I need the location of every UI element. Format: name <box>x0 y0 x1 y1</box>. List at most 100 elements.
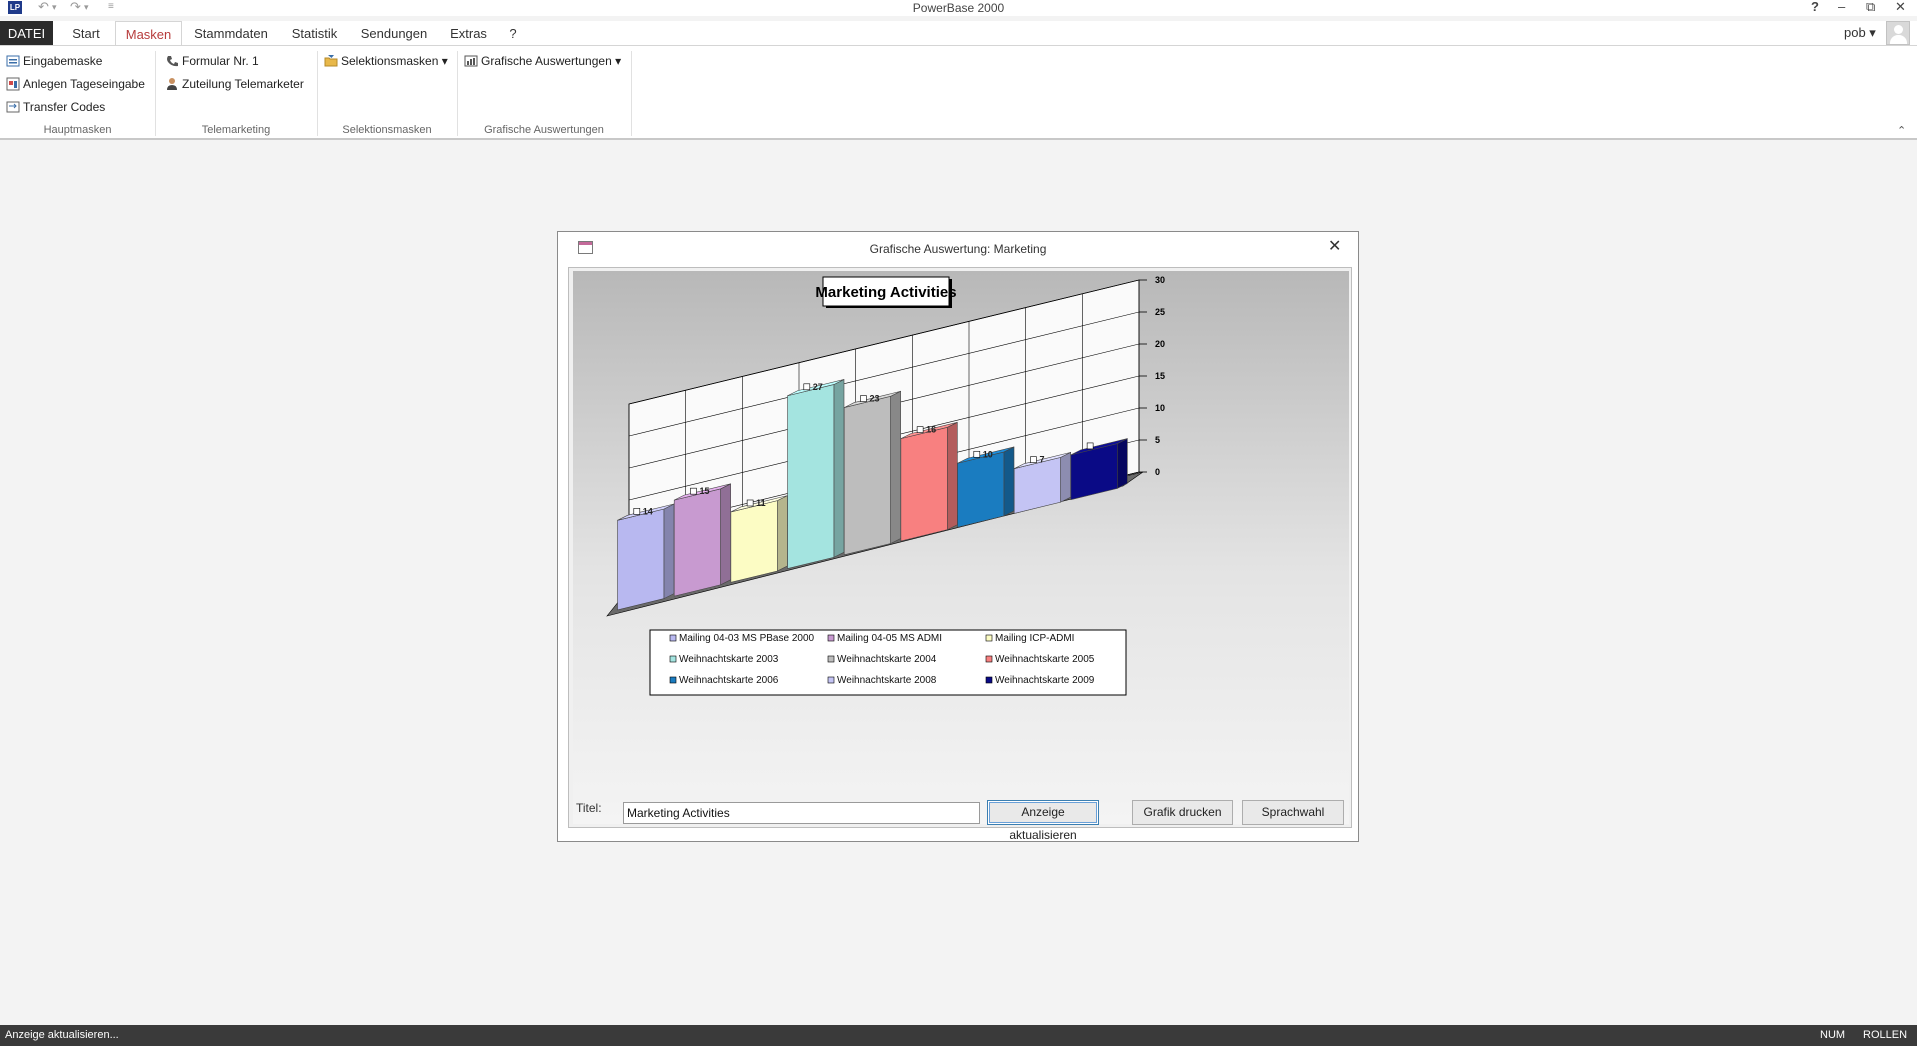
y-tick-label: 5 <box>1155 435 1160 445</box>
collapse-ribbon-icon[interactable]: ⌃ <box>1897 124 1906 137</box>
y-tick-label: 30 <box>1155 275 1165 285</box>
legend-swatch <box>827 655 835 663</box>
legend-swatch <box>827 676 835 684</box>
folder-filter-icon <box>324 54 338 68</box>
anlegen-tageseingabe-button[interactable]: Anlegen Tageseingabe <box>6 75 145 93</box>
bar-front <box>957 451 1005 528</box>
group-label-selektionsmasken: Selektionsmasken <box>342 124 432 136</box>
formular-nr1-label: Formular Nr. 1 <box>182 54 259 68</box>
data-label: 11 <box>756 498 766 508</box>
anzeige-aktualisieren-button[interactable]: Anzeige aktualisieren <box>987 800 1099 842</box>
legend-label: Mailing ICP-ADMI <box>995 633 1074 644</box>
tab-extras[interactable]: Extras <box>446 21 491 46</box>
bar-side <box>890 390 901 544</box>
group-label-hauptmasken: Hauptmasken <box>43 124 112 136</box>
legend-label: Weihnachtskarte 2009 <box>995 675 1095 686</box>
person-icon <box>165 77 179 91</box>
transfer-codes-button[interactable]: Transfer Codes <box>6 98 105 116</box>
y-tick-label: 10 <box>1155 403 1165 413</box>
window-title: PowerBase 2000 <box>912 1 1005 15</box>
legend-swatch <box>985 634 993 642</box>
y-tick-label: 25 <box>1155 307 1165 317</box>
chart-dialog: Grafische Auswertung: Marketing ✕ 14 15 11… <box>557 231 1359 842</box>
bar-side <box>833 378 845 558</box>
tab-help[interactable]: ? <box>505 21 521 46</box>
tab-statistik[interactable]: Statistik <box>287 21 342 46</box>
user-menu[interactable]: pob ▾ <box>1844 25 1876 41</box>
group-separator <box>631 51 632 136</box>
tab-sendungen[interactable]: Sendungen <box>359 21 429 46</box>
selektionsmasken-dropdown[interactable]: Selektionsmasken ▾ <box>324 52 448 70</box>
data-label-marker <box>690 487 697 495</box>
legend-swatch <box>669 655 677 663</box>
grafische-auswertungen-label: Grafische Auswertungen ▾ <box>481 54 622 68</box>
y-tick-label: 20 <box>1155 339 1165 349</box>
selektionsmasken-label: Selektionsmasken ▾ <box>341 54 448 68</box>
tab-start[interactable]: Start <box>66 21 106 46</box>
zuteilung-telemarketer-button[interactable]: Zuteilung Telemarketer <box>165 75 304 93</box>
data-label-marker <box>860 395 867 402</box>
chart-area: 14 15 11 27 23 16 10 7 0 5 10 15 20 25 30 Marketing A… <box>568 267 1352 828</box>
grafische-auswertungen-dropdown[interactable]: Grafische Auswertungen ▾ <box>464 52 621 70</box>
bar-side <box>1003 446 1015 517</box>
status-message: Anzeige aktualisieren... <box>5 1029 119 1041</box>
avatar[interactable] <box>1886 21 1910 45</box>
legend-label: Weihnachtskarte 2008 <box>837 675 937 686</box>
bar-front <box>617 508 665 611</box>
tab-masken[interactable]: Masken <box>115 21 182 47</box>
status-scroll-lock: ROLLEN <box>1863 1029 1908 1041</box>
data-label: 7 <box>1039 455 1044 465</box>
tab-datei[interactable]: DATEI <box>0 21 53 46</box>
calendar-form-icon <box>6 77 20 91</box>
title-bar: LP ↶ ▾ ↷ ▾ ≡ PowerBase 2000 ? ‒ ⧉ ✕ <box>0 0 1917 16</box>
legend-swatch <box>985 655 993 663</box>
y-tick-label: 15 <box>1155 371 1165 381</box>
tab-stammdaten[interactable]: Stammdaten <box>192 21 270 46</box>
chart-grid-icon <box>464 54 478 68</box>
bar-front <box>900 426 948 542</box>
restore-button[interactable]: ⧉ <box>1866 0 1875 14</box>
data-label: 27 <box>813 382 823 392</box>
group-label-telemarketing: Telemarketing <box>201 124 271 136</box>
help-button[interactable]: ? <box>1811 0 1819 14</box>
bar-side <box>777 495 788 572</box>
data-label-marker <box>633 508 641 515</box>
minimize-button[interactable]: ‒ <box>1838 0 1845 14</box>
transfer-icon <box>6 100 20 114</box>
title-input[interactable] <box>623 802 980 824</box>
bar-side <box>1117 438 1128 489</box>
sprachwahl-button[interactable]: Sprachwahl <box>1242 800 1344 825</box>
legend-label: Weihnachtskarte 2005 <box>995 654 1095 665</box>
dialog-title: Grafische Auswertung: Marketing <box>869 242 1047 256</box>
chart-title: Marketing Activities <box>815 284 956 301</box>
bar-front <box>787 384 835 569</box>
data-label: 14 <box>643 506 653 516</box>
bar-front <box>673 488 721 597</box>
phone-icon <box>165 54 179 68</box>
data-label-marker <box>973 450 981 458</box>
bar-side <box>947 421 958 531</box>
legend-label: Weihnachtskarte 2003 <box>679 654 779 665</box>
formular-nr1-button[interactable]: Formular Nr. 1 <box>165 52 259 70</box>
legend-items: Mailing 04-03 MS PBase 2000 Mailing 04-05… <box>669 633 1095 686</box>
transfer-codes-label: Transfer Codes <box>23 100 106 114</box>
legend-swatch <box>669 676 677 684</box>
legend-swatch <box>669 634 677 642</box>
data-label: 15 <box>699 486 709 496</box>
data-label-marker <box>1086 442 1094 450</box>
dialog-close-button[interactable]: ✕ <box>1328 236 1341 256</box>
eingabemaske-label: Eingabemaske <box>23 54 103 68</box>
bar-side <box>1060 451 1071 503</box>
data-label: 10 <box>983 449 993 459</box>
legend-label: Weihnachtskarte 2006 <box>679 675 779 686</box>
form-icon <box>6 54 20 68</box>
data-label-marker <box>746 499 754 507</box>
bar-front <box>730 500 778 583</box>
eingabemaske-button[interactable]: Eingabemaske <box>6 52 102 70</box>
grafik-drucken-button[interactable]: Grafik drucken <box>1132 800 1233 825</box>
bar-side <box>720 483 731 586</box>
ribbon-tabs: DATEI Start Masken Stammdaten Statistik … <box>0 21 1917 47</box>
group-label-grafische-auswertungen: Grafische Auswertungen <box>484 124 604 136</box>
y-tick-label: 0 <box>1155 467 1160 477</box>
close-button[interactable]: ✕ <box>1895 0 1906 14</box>
